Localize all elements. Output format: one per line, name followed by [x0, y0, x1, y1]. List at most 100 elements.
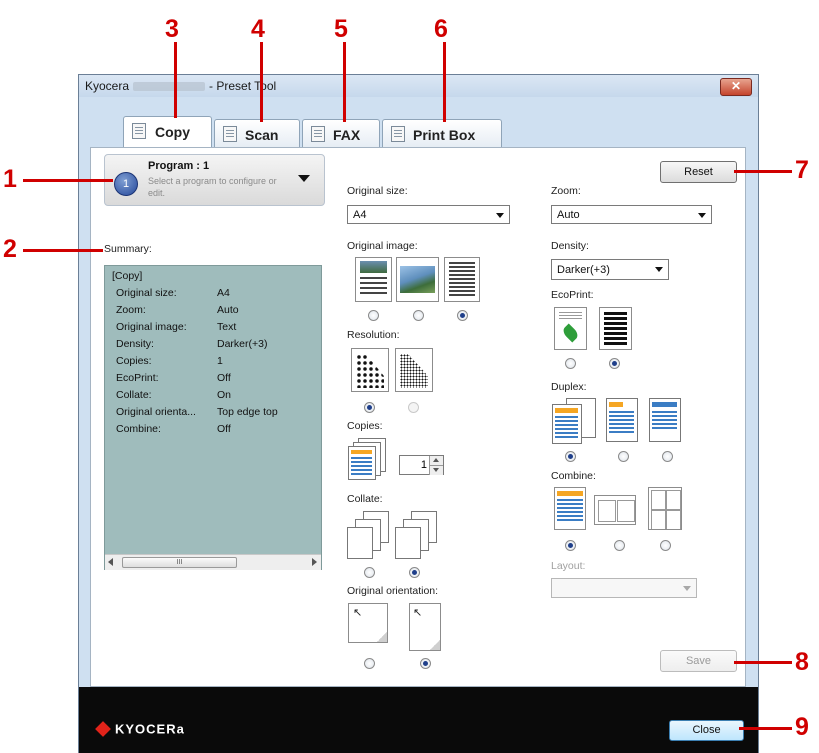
layout-label: Layout: [551, 560, 586, 572]
combine-off-option[interactable] [554, 487, 586, 530]
dark-text-icon [604, 312, 627, 315]
layout-select [551, 578, 697, 598]
tab-copy[interactable]: Copy [123, 116, 212, 147]
ecoprint-label: EcoPrint: [551, 289, 594, 301]
callout-8-line [734, 661, 792, 664]
close-button[interactable]: Close [669, 720, 744, 741]
coarse-dots-icon [356, 354, 384, 388]
arrow-up-left-icon: ↖ [413, 607, 423, 619]
duplex-short-edge-icon[interactable] [649, 398, 689, 444]
original-image-text-photo-option[interactable] [355, 257, 392, 302]
callout-7: 7 [795, 156, 809, 184]
spin-up-icon[interactable] [429, 456, 443, 465]
ecoprint-off-option[interactable] [599, 307, 632, 350]
spin-down-icon[interactable] [429, 465, 443, 475]
summary-key: Density: [116, 338, 154, 350]
summary-label: Summary: [104, 243, 152, 255]
zoom-select[interactable]: Auto [551, 205, 712, 224]
program-number-badge: 1 [114, 172, 138, 196]
leaf-icon [560, 323, 581, 343]
combine-2in1-option[interactable] [594, 495, 636, 525]
tab-print-box[interactable]: Print Box [382, 119, 502, 147]
callout-9: 9 [795, 713, 809, 741]
original-size-value: A4 [353, 209, 367, 221]
scroll-thumb[interactable]: III [122, 557, 237, 568]
summary-key: Copies: [116, 355, 152, 367]
summary-key: Original image: [116, 321, 187, 333]
summary-value: Auto [217, 304, 239, 316]
combine-radio-3[interactable] [660, 540, 671, 551]
tab-scan[interactable]: Scan [214, 119, 300, 147]
orientation-radio-2[interactable] [420, 658, 431, 669]
footer-bar: KYOCERa Close [79, 687, 758, 753]
original-image-label: Original image: [347, 240, 418, 252]
summary-key: Combine: [116, 423, 161, 435]
collate-radio-2[interactable] [409, 567, 420, 578]
callout-1-line [23, 179, 113, 182]
callout-5: 5 [334, 15, 348, 43]
combine-label: Combine: [551, 470, 596, 482]
copies-spinner[interactable]: 1 [399, 455, 444, 475]
reset-button[interactable]: Reset [660, 161, 737, 183]
tab-fax[interactable]: FAX [302, 119, 380, 147]
duplex-long-edge-icon[interactable] [606, 398, 646, 444]
orientation-top-edge-left-option[interactable]: ↖ [348, 603, 388, 643]
summary-value: Top edge top [217, 406, 278, 418]
ecoprint-on-option[interactable] [554, 307, 587, 350]
fax-icon [311, 126, 325, 142]
callout-4: 4 [251, 15, 265, 43]
combine-4in1-option[interactable] [648, 487, 682, 530]
combine-radio-1[interactable] [565, 540, 576, 551]
summary-header: [Copy] [112, 270, 143, 282]
original-image-radio-3[interactable] [457, 310, 468, 321]
original-image-radio-2[interactable] [413, 310, 424, 321]
duplex-1sided-icon[interactable] [552, 398, 598, 444]
copies-label: Copies: [347, 420, 383, 432]
summary-value: 1 [217, 355, 223, 367]
window-title: Kyocera - Preset Tool [85, 79, 276, 93]
resolution-normal-option[interactable] [351, 348, 389, 392]
original-image-photo-option[interactable] [396, 257, 439, 302]
resolution-fine-option[interactable] [395, 348, 433, 392]
combine-radio-2[interactable] [614, 540, 625, 551]
density-select[interactable]: Darker(+3) [551, 259, 669, 280]
callout-6: 6 [434, 15, 448, 43]
window-close-icon[interactable]: ✕ [720, 78, 752, 96]
ecoprint-radio-2[interactable] [609, 358, 620, 369]
copy-icon [132, 123, 146, 139]
chevron-down-icon [496, 213, 504, 218]
summary-horizontal-scrollbar[interactable]: III [105, 554, 321, 570]
callout-8: 8 [795, 648, 809, 676]
original-image-radio-1[interactable] [368, 310, 379, 321]
summary-box: [Copy] Original size: A4 Zoom: Auto Orig… [104, 265, 322, 570]
copy-panel: 1 Program : 1 Select a program to config… [90, 147, 746, 687]
original-size-select[interactable]: A4 [347, 205, 510, 224]
duplex-radio-1[interactable] [565, 451, 576, 462]
original-orientation-label: Original orientation: [347, 585, 439, 597]
chevron-down-icon [683, 586, 691, 591]
original-image-text-option[interactable] [444, 257, 480, 302]
resolution-radio-1[interactable] [364, 402, 375, 413]
density-value: Darker(+3) [557, 264, 610, 276]
collate-radio-1[interactable] [364, 567, 375, 578]
tab-scan-label: Scan [245, 127, 279, 143]
orientation-radio-1[interactable] [364, 658, 375, 669]
summary-key: Original orienta... [116, 406, 196, 418]
duplex-radio-2[interactable] [618, 451, 629, 462]
callout-2: 2 [3, 235, 17, 263]
original-size-label: Original size: [347, 185, 408, 197]
orientation-top-edge-top-option[interactable]: ↖ [409, 603, 441, 651]
summary-value: Text [217, 321, 237, 333]
title-brand: Kyocera [85, 79, 130, 93]
save-button: Save [660, 650, 737, 672]
program-selector[interactable]: 1 Program : 1 Select a program to config… [104, 154, 325, 206]
kyocera-logo: KYOCERa [95, 720, 185, 738]
zoom-value: Auto [557, 209, 580, 221]
duplex-radio-3[interactable] [662, 451, 673, 462]
scroll-left-icon[interactable] [108, 558, 113, 566]
collate-label: Collate: [347, 493, 383, 505]
ecoprint-radio-1[interactable] [565, 358, 576, 369]
collate-on-icon[interactable] [395, 511, 439, 561]
collate-off-icon[interactable] [347, 511, 391, 561]
scroll-right-icon[interactable] [312, 558, 317, 566]
